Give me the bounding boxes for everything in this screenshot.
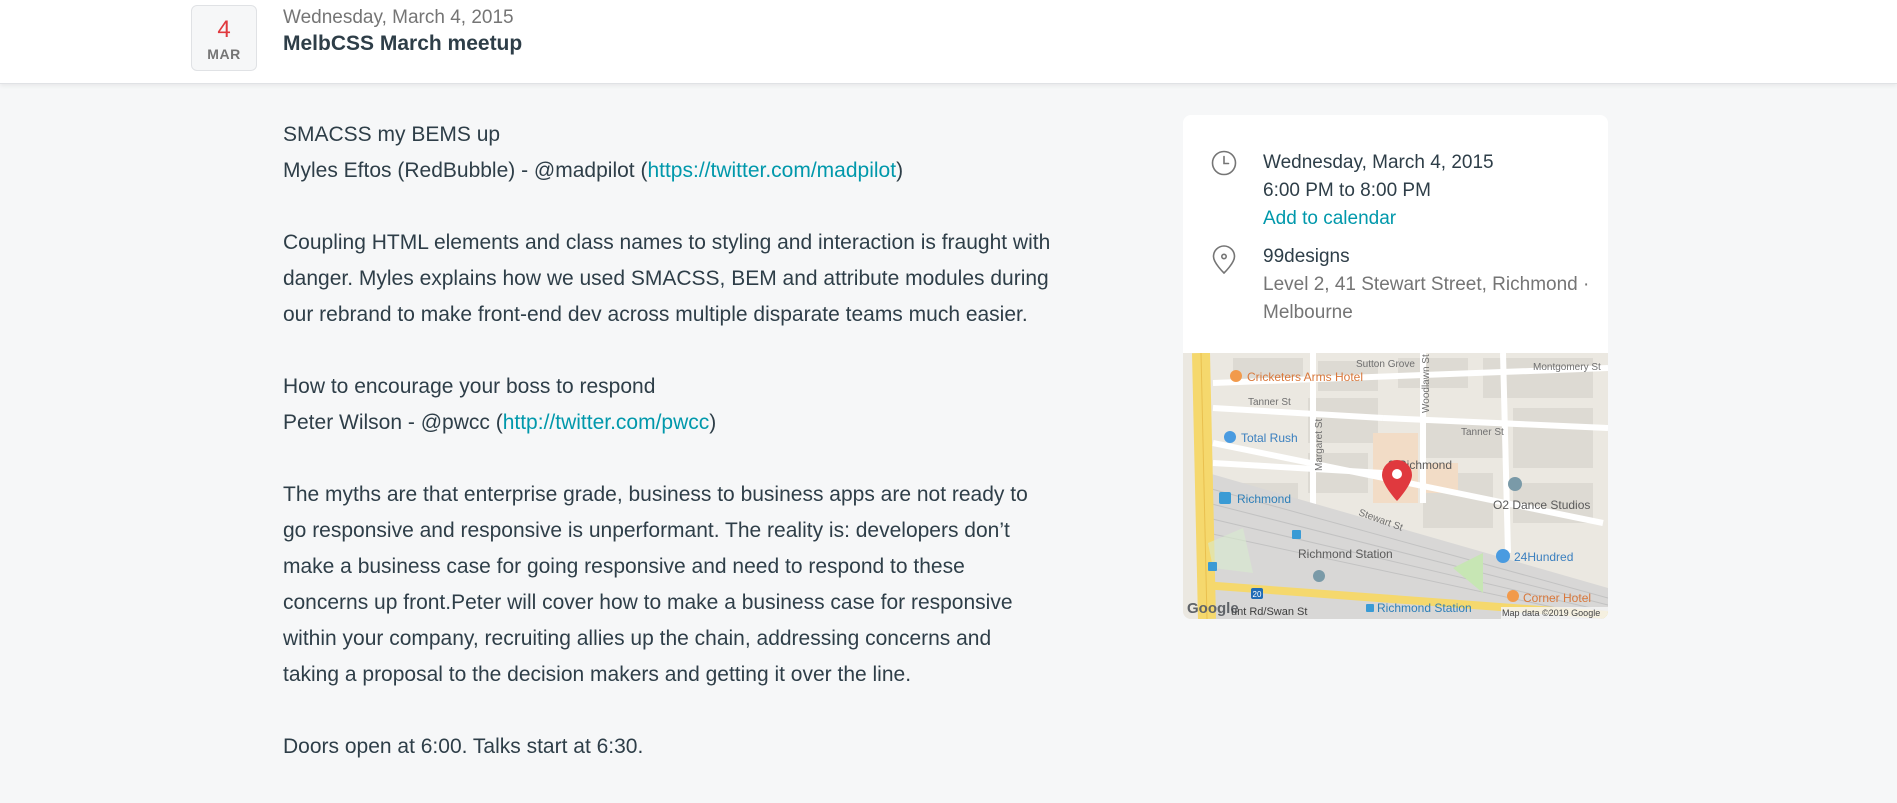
- talk-1-abstract: Coupling HTML elements and class names t…: [283, 231, 1051, 326]
- map-label-24hundred: 24Hundred: [1514, 550, 1573, 564]
- talk-1-twitter-link[interactable]: https://twitter.com/madpilot: [647, 159, 896, 182]
- talk-2-speaker-suffix: ): [709, 411, 717, 434]
- talk-1-title: SMACSS my BEMS up: [283, 123, 501, 146]
- closing-note: Doors open at 6:00. Talks start at 6:30.: [283, 735, 644, 758]
- map-label-tanner-st-left: Tanner St: [1248, 397, 1291, 408]
- talk-1-speaker: Myles Eftos (RedBubble) - @madpilot (: [283, 159, 648, 182]
- talk-2-abstract: The myths are that enterprise grade, bus…: [283, 483, 1028, 686]
- header-event-date: Wednesday, March 4, 2015: [283, 7, 514, 28]
- venue-map[interactable]: Sutton Grove Montgomery St Tanner St Tan…: [1183, 353, 1608, 619]
- event-description: SMACSS my BEMS up Myles Eftos (RedBubble…: [283, 117, 1053, 801]
- add-to-calendar-link[interactable]: Add to calendar: [1263, 208, 1396, 229]
- map-attribution: Map data ©2019 Google: [1502, 608, 1600, 618]
- map-label-richmond-station-stop: Richmond Station: [1377, 601, 1472, 615]
- map-label-punt-rd: unt Rd/Swan St: [1231, 606, 1307, 618]
- event-time: 6:00 PM to 8:00 PM: [1263, 180, 1431, 201]
- talk-2: How to encourage your boss to respond Pe…: [283, 369, 1053, 441]
- map-label-o2-dance: O2 Dance Studios: [1493, 498, 1590, 512]
- talk-2-twitter-link[interactable]: http://twitter.com/pwcc: [503, 411, 710, 434]
- map-label-cricketers: Cricketers Arms Hotel: [1247, 370, 1363, 384]
- date-badge: 4 MAR: [191, 5, 257, 71]
- map-label-total-rush: Total Rush: [1241, 431, 1298, 445]
- event-title: MelbCSS March meetup: [283, 32, 523, 55]
- map-label-woodlawn-st: Woodlawn St: [1421, 354, 1432, 413]
- map-label-margaret-st: Margaret St: [1314, 419, 1325, 471]
- event-date: Wednesday, March 4, 2015: [1263, 152, 1494, 173]
- venue-name: 99designs: [1263, 246, 1350, 267]
- map-label-montgomery-st: Montgomery St: [1533, 362, 1601, 373]
- map-label-richmond: Richmond: [1237, 492, 1291, 506]
- location-pin-icon: [1212, 245, 1236, 275]
- map-route-number: 20: [1253, 590, 1262, 599]
- event-header: 4 MAR Wednesday, March 4, 2015 MelbCSS M…: [0, 0, 1897, 84]
- event-info-card: Wednesday, March 4, 2015 6:00 PM to 8:00…: [1183, 115, 1608, 619]
- map-label-corner-hotel: Corner Hotel: [1523, 591, 1591, 605]
- talk-2-speaker: Peter Wilson - @pwcc (: [283, 411, 503, 434]
- talk-2-title: How to encourage your boss to respond: [283, 375, 656, 398]
- map-label-richmond-station: Richmond Station: [1298, 547, 1393, 561]
- clock-icon: [1211, 150, 1237, 176]
- date-badge-month: MAR: [207, 46, 241, 62]
- date-badge-day: 4: [217, 16, 231, 43]
- talk-1-speaker-suffix: ): [896, 159, 904, 182]
- map-label-tanner-st-right: Tanner St: [1461, 427, 1504, 438]
- talk-1: SMACSS my BEMS up Myles Eftos (RedBubble…: [283, 117, 1053, 189]
- venue-address: Level 2, 41 Stewart Street, Richmond · M…: [1263, 274, 1590, 323]
- event-time-text: Wednesday, March 4, 2015 6:00 PM to 8:00…: [1263, 149, 1593, 233]
- map-label-sutton-grove: Sutton Grove: [1356, 359, 1415, 370]
- event-location-text: 99designs Level 2, 41 Stewart Street, Ri…: [1263, 243, 1593, 327]
